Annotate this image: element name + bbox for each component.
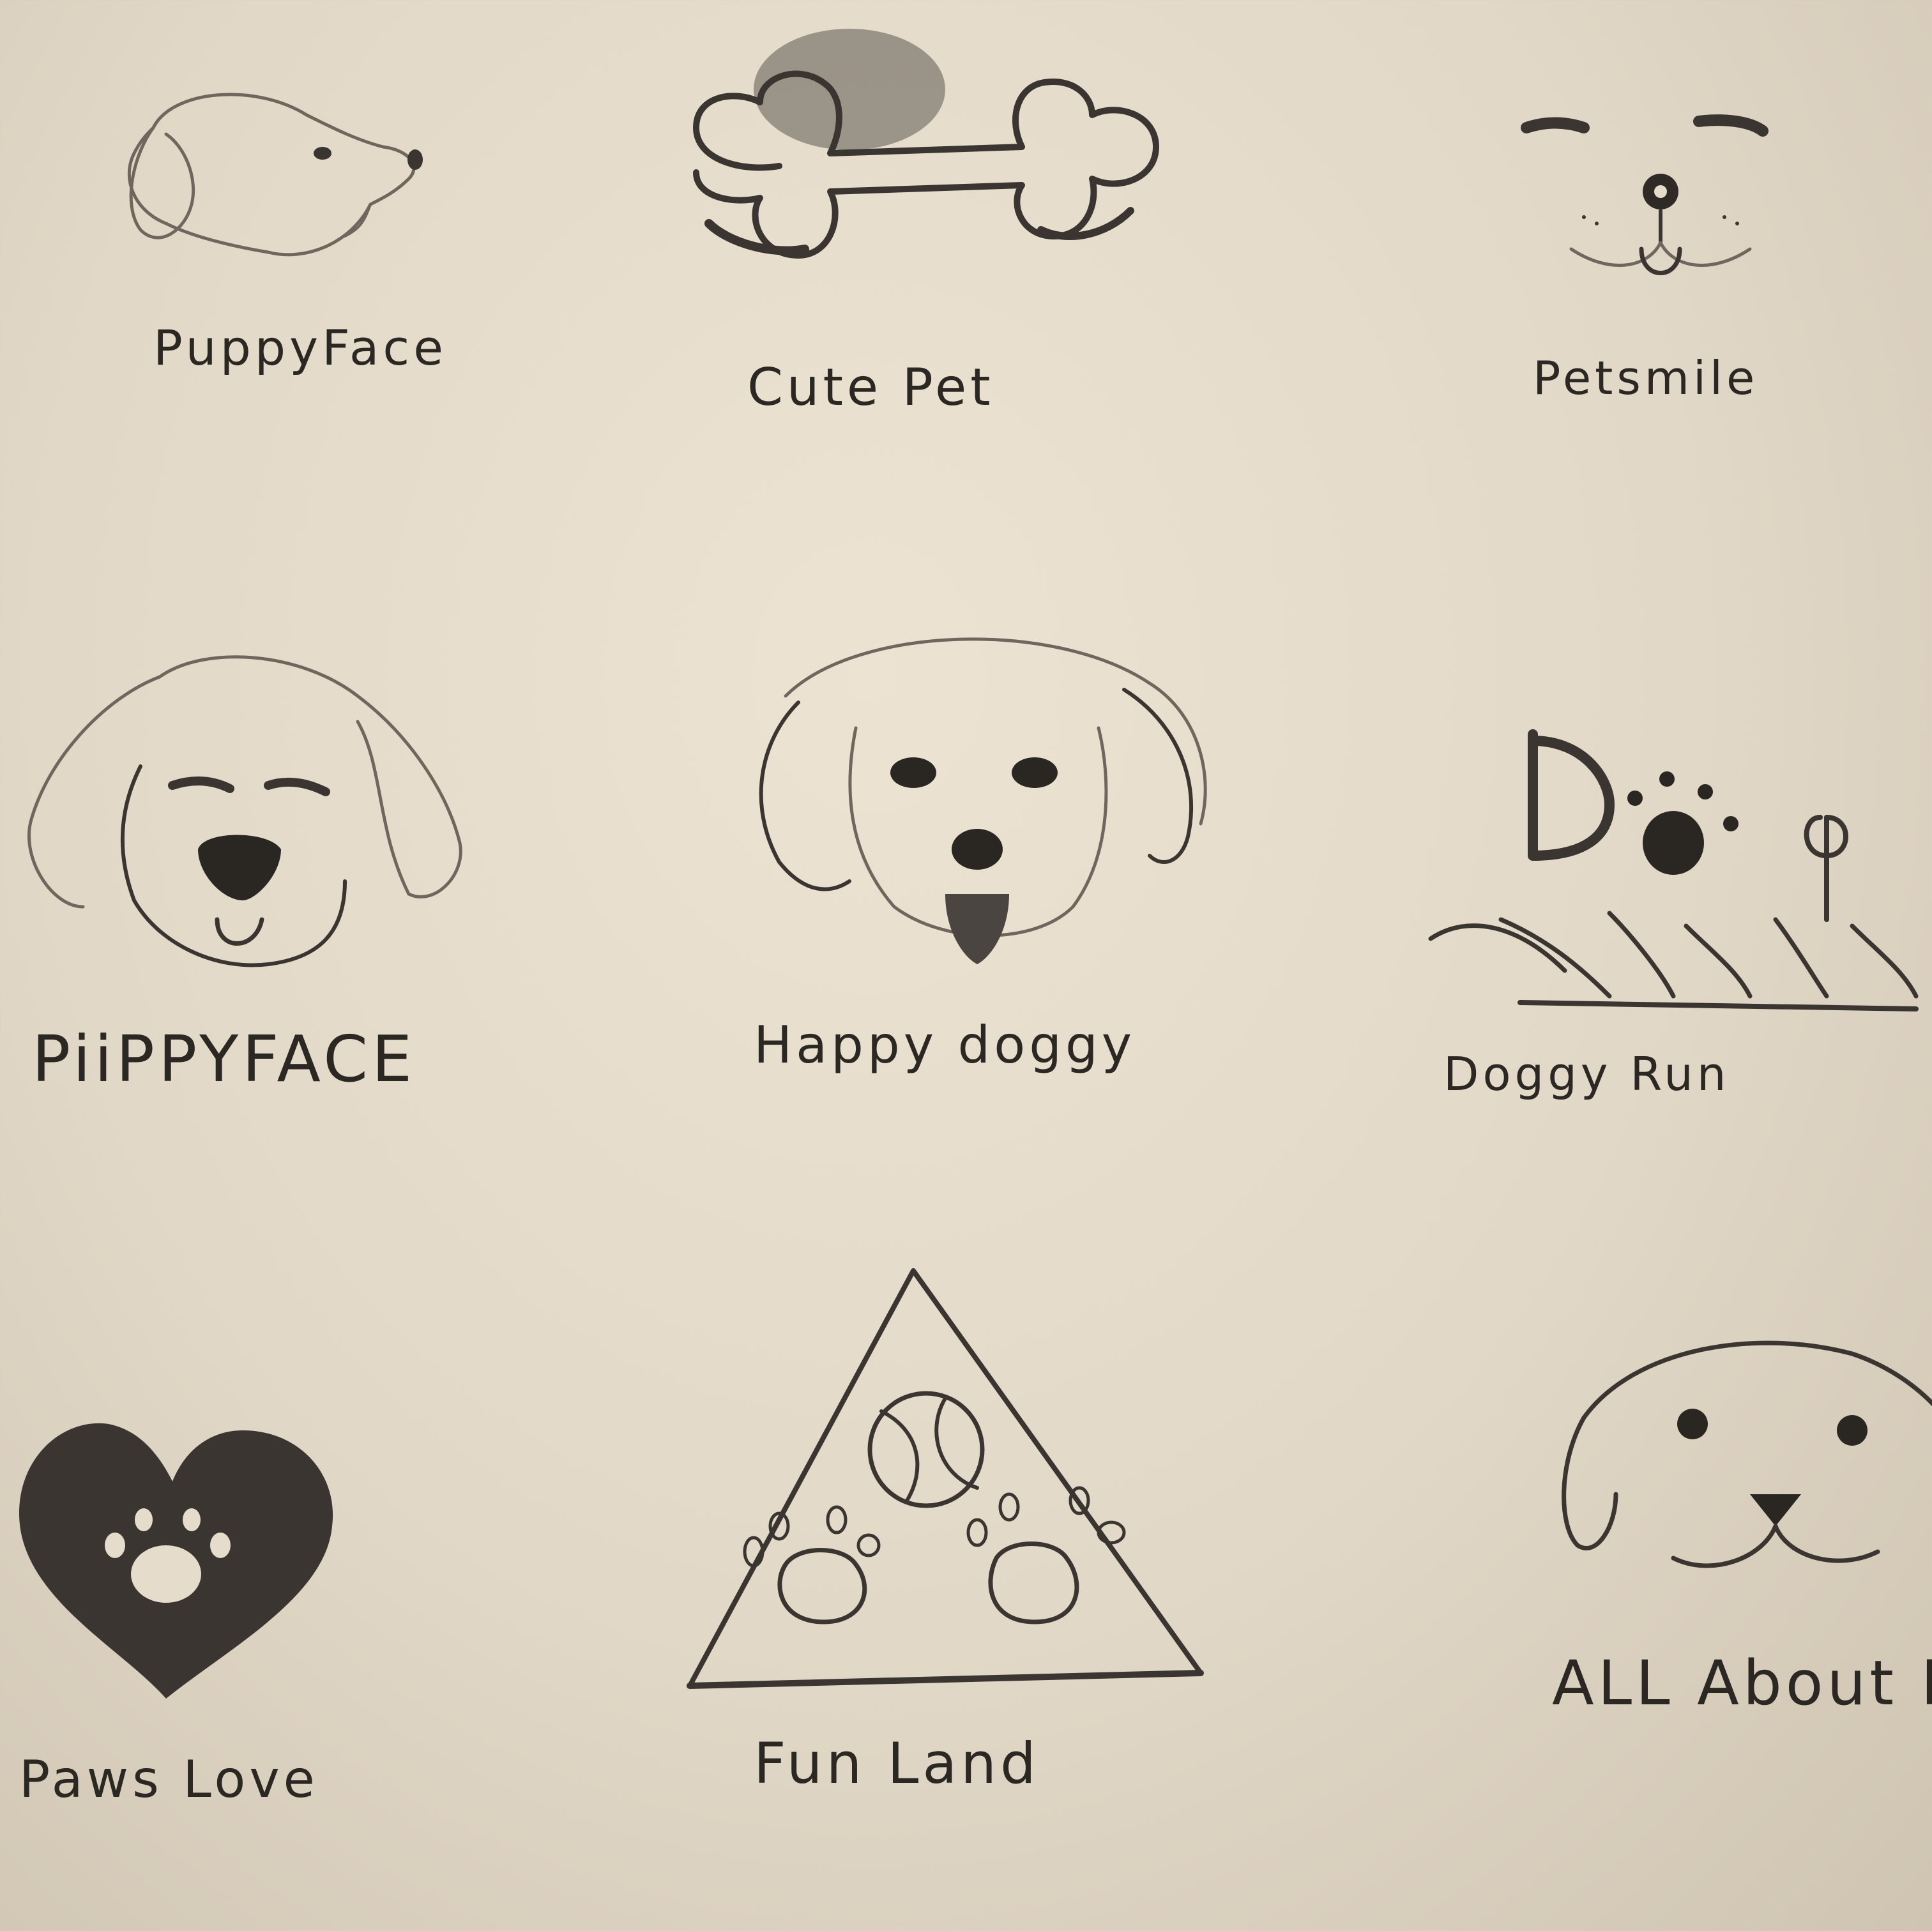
sketch-happy-doggy: Happy doggy xyxy=(690,613,1252,1111)
logo-caption: ALL About Pe xyxy=(1552,1647,1932,1719)
logo-caption: Cute Pet xyxy=(747,358,994,417)
sketch-doggy-run: Doggy Run xyxy=(1418,728,1929,1149)
dog-head-tongue-icon xyxy=(759,637,1207,964)
logo-caption: Doggy Run xyxy=(1443,1047,1730,1101)
triangle-ball-paws-icon xyxy=(687,1268,1204,1689)
heart-paw-icon xyxy=(19,1423,333,1699)
simple-dog-face-icon xyxy=(1562,1340,1932,1568)
dog-letters-paw-grass-icon xyxy=(1428,729,1919,1011)
fluffy-dog-head-icon xyxy=(27,655,462,967)
sketch-paws-love: Paws Love xyxy=(6,1405,351,1865)
sketch-sheet: PuppyFace Cute Pet Petsmile PiiPPYFACE H… xyxy=(0,0,1932,1931)
sketch-petsmile: Petsmile xyxy=(1495,96,1878,428)
logo-caption: Petsmile xyxy=(1533,351,1759,405)
bone-icon xyxy=(693,29,1159,259)
logo-caption: Happy doggy xyxy=(754,1015,1136,1075)
smiling-dog-face-icon xyxy=(1521,114,1768,275)
logo-caption: PiiPPYFACE xyxy=(32,1022,416,1096)
dog-profile-icon xyxy=(127,93,423,257)
logo-caption: Fun Land xyxy=(754,1730,1040,1796)
sketch-fun-land: Fun Land xyxy=(677,1264,1226,1839)
sketch-all-about-pets: ALL About Pe xyxy=(1546,1315,1932,1788)
sketch-cute-pet: Cute Pet xyxy=(671,13,1182,434)
logo-caption: Paws Love xyxy=(19,1750,319,1809)
sketch-puppy-face-side: PuppyFace xyxy=(115,77,447,434)
logo-caption: PuppyFace xyxy=(153,319,447,376)
sketch-puppy-face-front: PiiPPYFACE xyxy=(13,639,498,1137)
